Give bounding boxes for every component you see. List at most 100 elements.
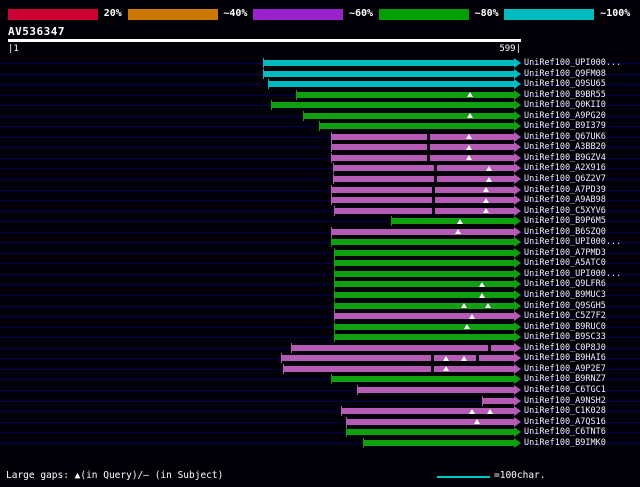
alignment-bar[interactable] bbox=[280, 353, 522, 364]
hit-label[interactable]: UniRef100_B9MUC3 bbox=[524, 291, 606, 300]
hit-row: UniRef100_Q9SU65 bbox=[0, 79, 640, 90]
alignment-bar[interactable] bbox=[262, 68, 522, 79]
hit-label[interactable]: UniRef100_A7PD39 bbox=[524, 185, 606, 195]
hit-label[interactable]: UniRef100_B9IMK0 bbox=[524, 438, 606, 448]
subject-gap-marker bbox=[430, 355, 434, 362]
hit-label[interactable]: UniRef100_UPI000... bbox=[524, 59, 621, 68]
hit-label[interactable]: UniRef100_A2X916 bbox=[524, 164, 606, 173]
alignment-bar[interactable] bbox=[303, 110, 521, 121]
alignment-bar[interactable] bbox=[357, 384, 521, 395]
hit-label[interactable]: UniRef100_B9HAI6 bbox=[524, 354, 606, 363]
hit-label[interactable]: UniRef100_Q9FM08 bbox=[524, 69, 606, 79]
hit-label[interactable]: UniRef100_B9RNZ7 bbox=[524, 375, 606, 384]
hit-label[interactable]: UniRef100_Q9LFR6 bbox=[524, 280, 606, 289]
subject-gap-marker bbox=[431, 197, 435, 204]
alignment-bar[interactable] bbox=[481, 395, 522, 406]
hit-label[interactable]: UniRef100_A9P2E7 bbox=[524, 364, 606, 374]
hit-row: UniRef100_UPI000... bbox=[0, 237, 640, 248]
alignment-bar[interactable] bbox=[331, 131, 521, 142]
query-gap-marker-icon bbox=[461, 303, 468, 309]
hit-label[interactable]: UniRef100_UPI000... bbox=[524, 238, 621, 247]
alignment-bar[interactable] bbox=[333, 290, 521, 301]
query-gap-marker-icon bbox=[469, 408, 476, 414]
alignment-bar[interactable] bbox=[296, 89, 521, 100]
hit-label[interactable]: UniRef100_A9PG20 bbox=[524, 111, 606, 121]
hit-row: UniRef100_A5ATC0 bbox=[0, 258, 640, 269]
query-gap-marker-icon bbox=[478, 292, 485, 298]
hit-row: UniRef100_B6SZQ0 bbox=[0, 226, 640, 238]
alignment-bar[interactable] bbox=[333, 311, 521, 322]
query-gap-marker-icon bbox=[482, 187, 489, 193]
alignment-bar[interactable] bbox=[331, 142, 521, 153]
scale-segment-purple bbox=[253, 8, 344, 20]
hit-row: UniRef100_B9MUC3 bbox=[0, 290, 640, 301]
query-gap-marker-icon bbox=[474, 419, 481, 425]
subject-gap-marker bbox=[427, 144, 431, 151]
hit-label[interactable]: UniRef100_Q9SU65 bbox=[524, 80, 606, 89]
alignment-bar[interactable] bbox=[331, 152, 521, 163]
hit-label[interactable]: UniRef100_Q6Z2V7 bbox=[524, 175, 606, 184]
subject-gap-marker bbox=[431, 186, 435, 193]
hit-label[interactable]: UniRef100_C6TGC1 bbox=[524, 385, 606, 395]
hit-label[interactable]: UniRef100_B9RUC0 bbox=[524, 322, 606, 332]
hit-row: UniRef100_A9P2E7 bbox=[0, 363, 640, 375]
hit-label[interactable]: UniRef100_Q67UK6 bbox=[524, 132, 606, 142]
alignment-bar[interactable] bbox=[319, 121, 521, 132]
subject-gap-marker bbox=[427, 133, 431, 140]
hit-row: UniRef100_A3BB20 bbox=[0, 142, 640, 153]
alignment-bar[interactable] bbox=[291, 342, 521, 353]
hit-label[interactable]: UniRef100_A7PMD3 bbox=[524, 248, 606, 258]
alignment-bar[interactable] bbox=[333, 332, 521, 343]
hit-label[interactable]: UniRef100_A9NSH2 bbox=[524, 396, 606, 406]
query-gap-marker-icon bbox=[463, 324, 470, 330]
hit-label[interactable]: UniRef100_Q0KII0 bbox=[524, 101, 606, 110]
hit-label[interactable]: UniRef100_A7QS16 bbox=[524, 417, 606, 427]
query-bar bbox=[8, 39, 521, 42]
hit-label[interactable]: UniRef100_C1K028 bbox=[524, 407, 606, 416]
hit-label[interactable]: UniRef100_B9BR55 bbox=[524, 90, 606, 100]
hit-label[interactable]: UniRef100_A9AB98 bbox=[524, 196, 606, 205]
alignment-bar[interactable] bbox=[331, 226, 521, 237]
hit-label[interactable]: UniRef100_UPI000... bbox=[524, 269, 621, 279]
scale-segment-orange bbox=[127, 8, 218, 20]
hit-label[interactable]: UniRef100_C6TNT6 bbox=[524, 428, 606, 437]
alignment-bar[interactable] bbox=[333, 258, 521, 269]
alignment-bar[interactable] bbox=[363, 437, 521, 448]
alignment-bar[interactable] bbox=[333, 279, 521, 290]
hit-label[interactable]: UniRef100_A3BB20 bbox=[524, 143, 606, 152]
hit-label[interactable]: UniRef100_C5XYV6 bbox=[524, 206, 606, 216]
alignment-bar[interactable] bbox=[333, 321, 521, 332]
hit-label[interactable]: UniRef100_A5ATC0 bbox=[524, 259, 606, 268]
alignment-bar[interactable] bbox=[333, 268, 521, 279]
alignment-bar[interactable] bbox=[331, 374, 521, 385]
alignment-bar[interactable] bbox=[267, 79, 522, 90]
alignment-bar[interactable] bbox=[331, 237, 521, 248]
subject-gap-marker bbox=[475, 355, 479, 362]
hit-row: UniRef100_B9IMK0 bbox=[0, 437, 640, 449]
query-gap-marker-icon bbox=[487, 408, 494, 414]
hit-label[interactable]: UniRef100_C5Z7F2 bbox=[524, 312, 606, 321]
hit-row: UniRef100_Q0KII0 bbox=[0, 100, 640, 111]
hit-label[interactable]: UniRef100_B9SC33 bbox=[524, 333, 606, 342]
alignment-bar[interactable] bbox=[345, 427, 521, 438]
hit-row: UniRef100_C6TGC1 bbox=[0, 384, 640, 396]
hit-label[interactable]: UniRef100_B9I379 bbox=[524, 122, 606, 131]
query-gap-marker-icon bbox=[486, 176, 493, 182]
alignment-bar[interactable] bbox=[345, 416, 521, 427]
identity-scale-bar: 20% ~40% ~60% ~80% ~100% bbox=[8, 8, 636, 20]
alignment-bar[interactable] bbox=[333, 247, 521, 258]
hit-label[interactable]: UniRef100_Q9SGH5 bbox=[524, 301, 606, 311]
query-gap-marker-icon bbox=[478, 281, 485, 287]
query-gap-marker-icon bbox=[486, 165, 493, 171]
query-gap-marker-icon bbox=[485, 303, 492, 309]
alignment-bar[interactable] bbox=[270, 100, 522, 111]
alignment-bar[interactable] bbox=[283, 363, 521, 374]
hit-label[interactable]: UniRef100_B9P6M5 bbox=[524, 217, 606, 226]
hit-label[interactable]: UniRef100_B6SZQ0 bbox=[524, 227, 606, 237]
hit-row: UniRef100_A2X916 bbox=[0, 163, 640, 174]
hit-label[interactable]: UniRef100_C0P8J0 bbox=[524, 343, 606, 353]
hit-label[interactable]: UniRef100_B9GZV4 bbox=[524, 153, 606, 163]
alignment-bar[interactable] bbox=[391, 216, 521, 227]
alignment-bar[interactable] bbox=[262, 58, 522, 68]
hit-row: UniRef100_A9PG20 bbox=[0, 110, 640, 122]
